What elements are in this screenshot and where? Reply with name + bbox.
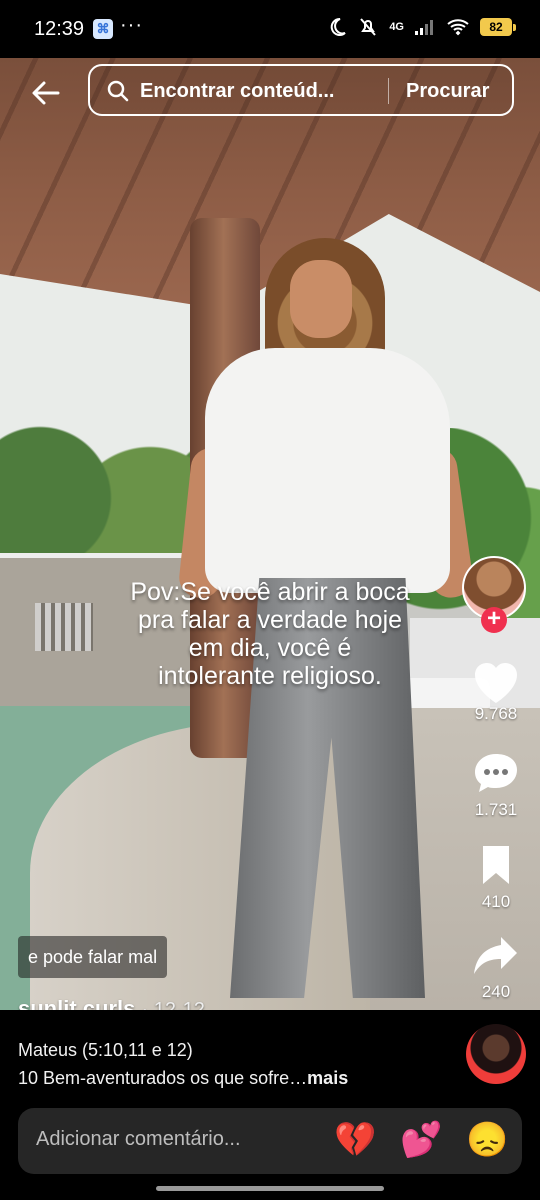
author-name[interactable]: sunlit.curls [18,996,135,1010]
top-bar: Encontrar conteúd... Procurar [0,58,540,134]
sound-chip[interactable]: e pode falar mal [18,936,168,978]
song-title[interactable]: Mateus (5:10,11 e 12) [18,1040,193,1061]
back-arrow-icon [32,81,60,105]
video-caption: Pov:Se você abrir a boca pra falar a ver… [90,578,450,690]
comment-button[interactable]: 1.731 [466,750,526,820]
comment-placeholder: Adicionar comentário... [36,1128,241,1150]
caption-line: pra falar a verdade hoje [137,606,403,634]
caption-line: intolerante religioso. [158,662,382,690]
signal-icon [415,20,433,35]
search-icon [107,80,129,102]
status-bar: 12:39 ⌘ ··· 4G 82 [0,0,540,58]
more-link[interactable]: mais [307,1068,348,1088]
share-icon [474,937,517,974]
comment-count: 1.731 [474,800,518,819]
status-icons: 4G 82 [327,16,516,38]
two-hearts-emoji[interactable]: 💕 [400,1121,442,1159]
notification-dots: ··· [120,14,143,36]
comment-area: Adicionar comentário... 💔 💕 😞 [0,1102,540,1200]
video-description[interactable]: 10 Bem-aventurados os que sofre…mais [18,1068,348,1089]
comment-icon [475,754,517,792]
disappointed-face-emoji[interactable]: 😞 [466,1121,508,1159]
status-time: 12:39 [34,18,85,40]
home-indicator[interactable] [156,1186,384,1191]
save-button[interactable]: 410 [466,842,526,912]
wifi-icon [447,19,469,36]
like-count: 9.768 [474,704,518,723]
back-button[interactable] [27,74,65,112]
share-count: 240 [481,982,511,1001]
house-window [35,603,93,651]
post-date: · 12-12 [141,999,205,1010]
comment-input[interactable]: Adicionar comentário... 💔 💕 😞 [18,1108,522,1174]
save-count: 410 [481,892,511,911]
caption-line: em dia, você é [188,634,352,662]
search-input[interactable]: Encontrar conteúd... [140,80,370,103]
share-button[interactable]: 240 [466,932,526,1002]
like-button[interactable]: 9.768 [466,660,526,724]
search-button[interactable]: Procurar [406,80,489,103]
face [290,260,352,338]
author-row[interactable]: sunlit.curls · 12-12 [18,996,205,1010]
battery-icon: 82 [480,18,516,36]
network-label: 4G [389,21,404,33]
video-player[interactable]: Pov:Se você abrir a boca pra falar a ver… [0,58,540,1010]
moon-icon [331,17,346,36]
broken-heart-emoji[interactable]: 💔 [334,1121,376,1159]
music-avatar[interactable] [466,1024,526,1084]
search-divider [388,78,389,104]
school-shirt [205,348,450,593]
description-text: 10 Bem-aventurados os que sofre… [18,1068,308,1088]
caption-line: Pov:Se você abrir a boca [130,578,410,606]
capcut-icon: ⌘ [93,19,113,39]
heart-icon [475,663,517,703]
search-box[interactable]: Encontrar conteúd... Procurar [88,64,514,116]
bottom-info: Mateus (5:10,11 e 12) 10 Bem-aventurados… [0,1010,540,1102]
bookmark-icon [483,846,509,884]
muted-bell-icon [360,18,377,36]
